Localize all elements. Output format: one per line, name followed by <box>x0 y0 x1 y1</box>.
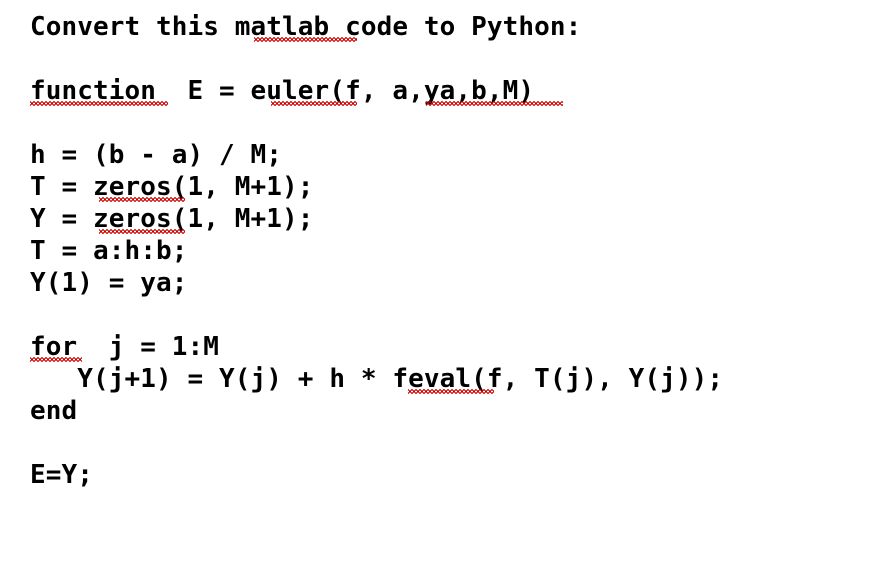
statement-time-grid[interactable]: T = a:h:b; <box>30 235 850 267</box>
euler-update-statement[interactable]: Y(j+1) = Y(j) + h * feval(f, T(j), Y(j))… <box>30 363 850 395</box>
statement-time-grid-text: T = a:h:b; <box>30 236 188 266</box>
for-loop-end[interactable]: end <box>30 395 850 427</box>
statement-init-T[interactable]: T = zeros(1, M+1); <box>30 171 850 203</box>
function-signature-line-text: function E = euler(f, a,ya,b,M) <box>30 76 535 106</box>
code-text-body[interactable]: Convert this matlab code to Python: funct… <box>30 11 850 491</box>
document-canvas: Convert this matlab code to Python: funct… <box>0 0 876 568</box>
statement-step-size[interactable]: h = (b - a) / M; <box>30 139 850 171</box>
statement-init-Y-text: Y = zeros(1, M+1); <box>30 204 314 234</box>
return-assignment-text: E=Y; <box>30 460 94 490</box>
statement-initial-condition[interactable]: Y(1) = ya; <box>30 267 850 299</box>
statement-initial-condition-text: Y(1) = ya; <box>30 268 188 298</box>
statement-init-Y[interactable]: Y = zeros(1, M+1); <box>30 203 850 235</box>
function-signature-line[interactable]: function E = euler(f, a,ya,b,M) <box>30 75 850 107</box>
prompt-line-text: Convert this matlab code to Python: <box>30 12 582 42</box>
euler-update-statement-text: Y(j+1) = Y(j) + h * feval(f, T(j), Y(j))… <box>30 364 724 394</box>
statement-init-T-text: T = zeros(1, M+1); <box>30 172 314 202</box>
for-loop-end-text: end <box>30 396 78 426</box>
prompt-line[interactable]: Convert this matlab code to Python: <box>30 11 850 43</box>
return-assignment[interactable]: E=Y; <box>30 459 850 491</box>
for-loop-header-text: for j = 1:M <box>30 332 220 362</box>
statement-step-size-text: h = (b - a) / M; <box>30 140 283 170</box>
for-loop-header[interactable]: for j = 1:M <box>30 331 850 363</box>
